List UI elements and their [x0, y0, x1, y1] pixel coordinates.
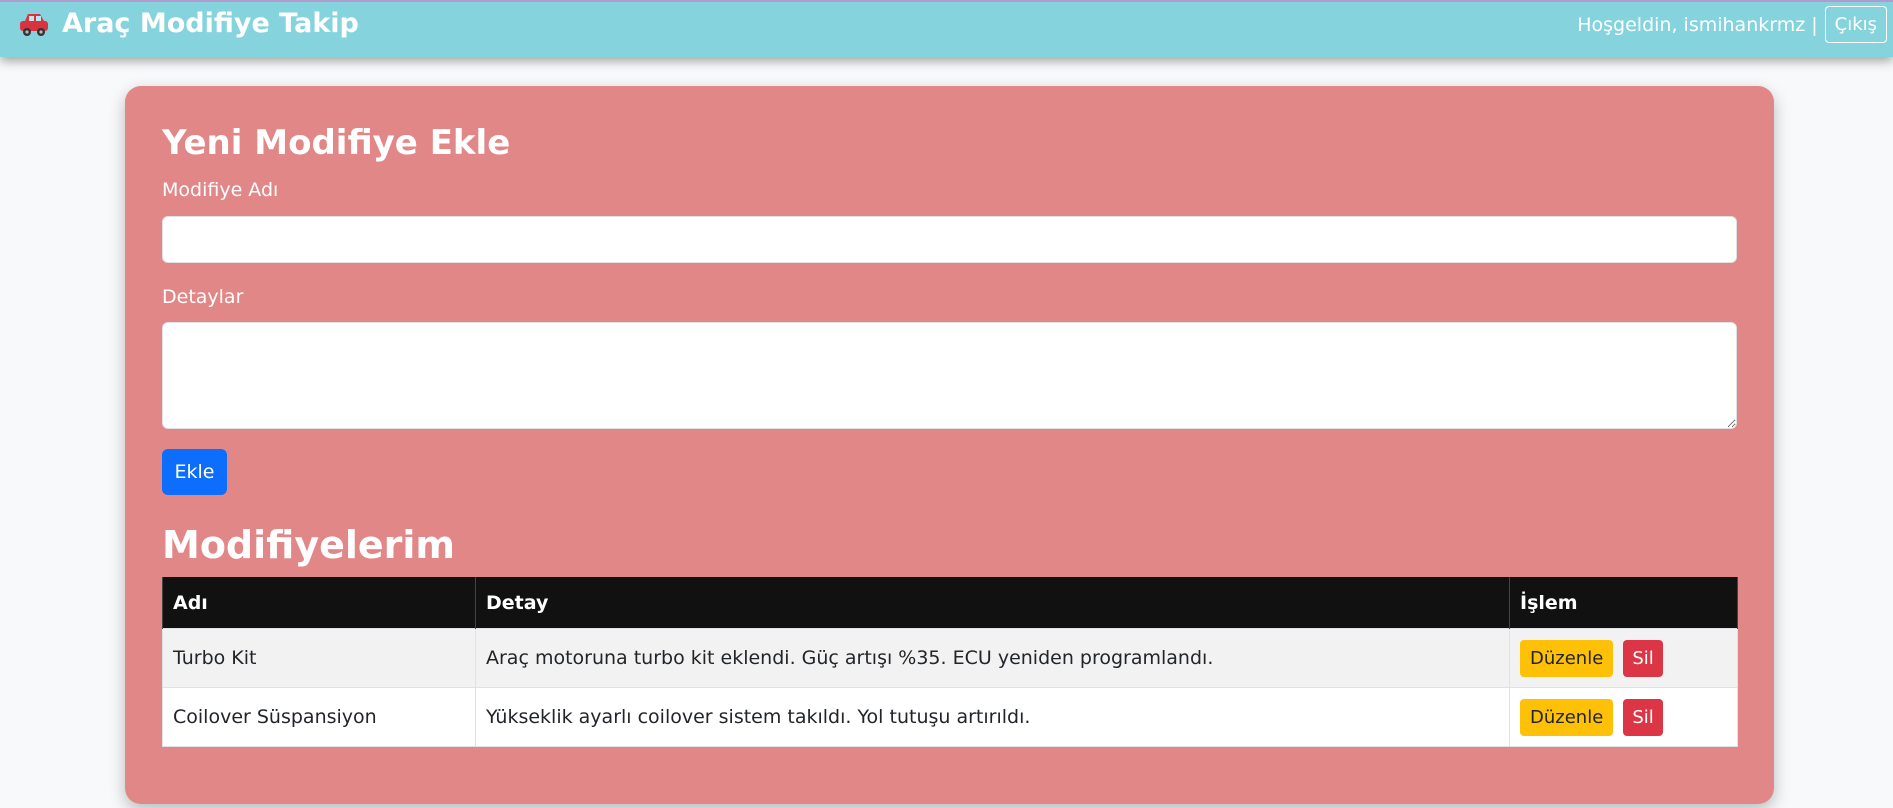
column-header-detail: Detay — [475, 577, 1510, 629]
car-icon — [18, 9, 50, 39]
details-label: Detaylar — [162, 286, 244, 308]
table-row: Turbo Kit Araç motoruna turbo kit eklend… — [162, 628, 1738, 688]
edit-button[interactable]: Düzenle — [1520, 639, 1614, 677]
list-title: Modifiyelerim — [162, 523, 456, 567]
column-header-actions: İşlem — [1509, 577, 1738, 629]
user-area: Hoşgeldin, ismihankrmz | Çıkış — [1577, 6, 1887, 43]
modification-name-input[interactable] — [162, 216, 1737, 263]
welcome-text: Hoşgeldin, ismihankrmz — [1577, 13, 1806, 36]
row-name: Coilover Süspansiyon — [162, 687, 476, 747]
row-detail: Yükseklik ayarlı coilover sistem takıldı… — [475, 687, 1510, 747]
brand-title[interactable]: Araç Modifiye Takip — [62, 8, 359, 39]
column-header-name: Adı — [162, 577, 476, 629]
brand[interactable]: Araç Modifiye Takip — [18, 8, 359, 39]
add-button[interactable]: Ekle — [162, 449, 227, 495]
edit-button[interactable]: Düzenle — [1520, 698, 1614, 736]
details-textarea[interactable] — [162, 322, 1737, 429]
table-header-row: Adı Detay İşlem — [162, 577, 1738, 629]
modifications-table: Adı Detay İşlem Turbo Kit Araç motoruna … — [162, 577, 1738, 747]
row-actions: Düzenle Sil — [1509, 628, 1738, 688]
table-row: Coilover Süspansiyon Yükseklik ayarlı co… — [162, 687, 1738, 747]
name-label: Modifiye Adı — [162, 179, 279, 201]
form-title: Yeni Modifiye Ekle — [162, 123, 511, 163]
logout-button[interactable]: Çıkış — [1824, 6, 1887, 43]
navbar: Araç Modifiye Takip Hoşgeldin, ismihankr… — [0, 0, 1893, 57]
row-actions: Düzenle Sil — [1509, 687, 1738, 747]
row-detail: Araç motoruna turbo kit eklendi. Güç art… — [475, 628, 1510, 688]
separator: | — [1811, 13, 1818, 36]
delete-button[interactable]: Sil — [1623, 639, 1663, 677]
main-card: Yeni Modifiye Ekle Modifiye Adı Detaylar… — [125, 86, 1774, 804]
row-name: Turbo Kit — [162, 628, 476, 688]
delete-button[interactable]: Sil — [1623, 698, 1663, 736]
